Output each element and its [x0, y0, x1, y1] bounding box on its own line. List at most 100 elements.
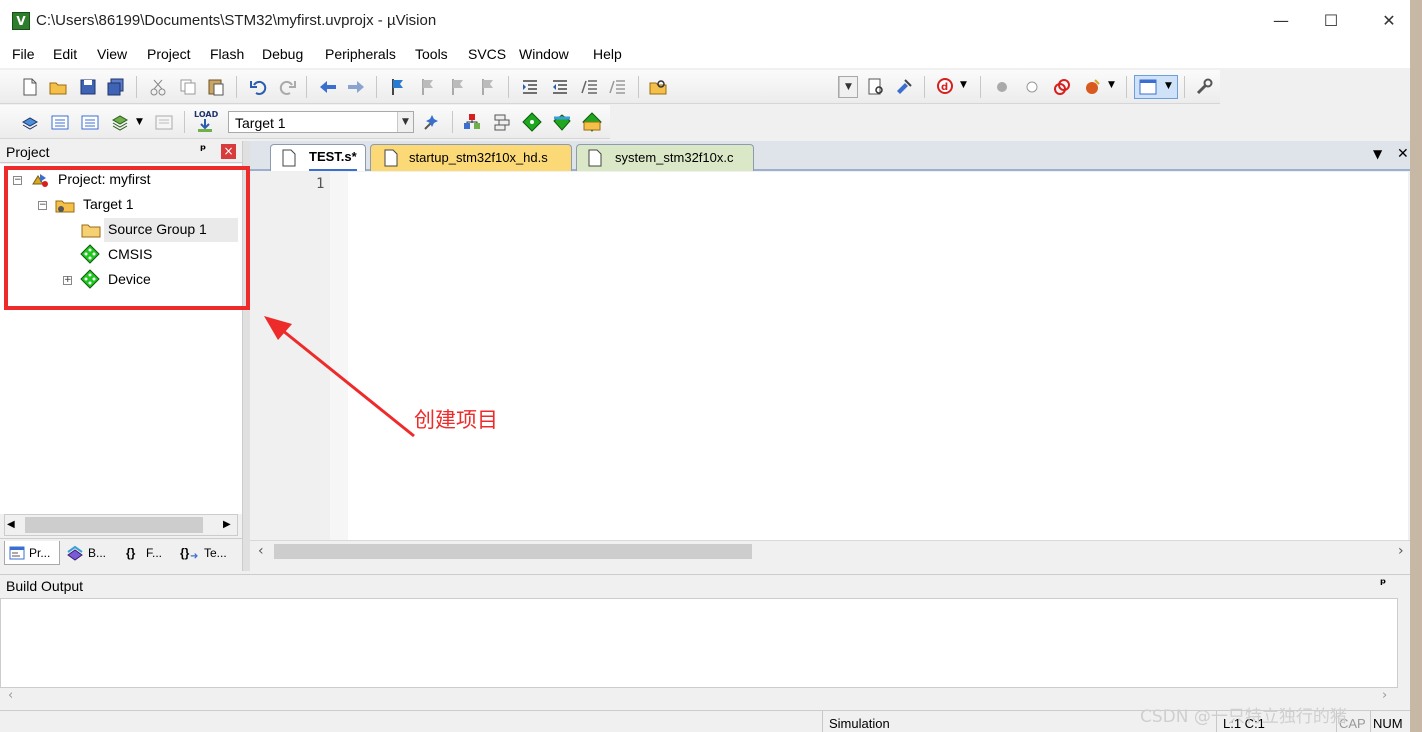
- tab-test-s[interactable]: TEST.s*: [270, 144, 366, 171]
- window-layout-icon: [1139, 79, 1157, 95]
- uncomment-icon[interactable]: [608, 77, 628, 97]
- scroll-right-icon[interactable]: ›: [1382, 688, 1387, 703]
- code-editor[interactable]: [250, 172, 1408, 542]
- tab-books[interactable]: B...: [64, 541, 120, 565]
- software-packs-icon[interactable]: [582, 112, 602, 132]
- build-output-vertical-scrollbar[interactable]: [1398, 598, 1410, 688]
- window-layout-button[interactable]: ▼: [1134, 75, 1178, 99]
- target-select[interactable]: Target 1 ▼: [228, 111, 414, 133]
- chevron-down-icon[interactable]: ▼: [960, 80, 967, 90]
- close-window-button[interactable]: ✕: [1374, 8, 1404, 34]
- menu-file[interactable]: File: [12, 46, 35, 62]
- new-file-icon[interactable]: [20, 77, 40, 97]
- project-horizontal-scrollbar[interactable]: ◀ ▶: [4, 514, 238, 536]
- pack-installer-icon[interactable]: [552, 112, 572, 132]
- menu-tools[interactable]: Tools: [415, 46, 448, 62]
- maximize-button[interactable]: ☐: [1316, 8, 1346, 34]
- toolbar-separator: [924, 76, 925, 98]
- scroll-thumb[interactable]: [25, 517, 203, 533]
- incremental-find-icon[interactable]: [866, 77, 886, 97]
- tab-functions[interactable]: {} F...: [124, 541, 174, 565]
- copy-icon[interactable]: [178, 77, 198, 97]
- toolbar-separator: [980, 76, 981, 98]
- stop-build-icon[interactable]: [154, 112, 174, 132]
- menu-edit[interactable]: Edit: [53, 46, 77, 62]
- menu-help[interactable]: Help: [593, 46, 622, 62]
- tab-startup-file[interactable]: startup_stm32f10x_hd.s: [370, 144, 572, 171]
- tab-project[interactable]: Pr...: [4, 541, 60, 565]
- next-bookmark-icon[interactable]: [448, 77, 468, 97]
- batch-build-icon[interactable]: [110, 112, 130, 132]
- scroll-left-icon[interactable]: ‹: [258, 543, 264, 559]
- tab-list-dropdown-icon[interactable]: ▼: [1373, 147, 1382, 161]
- pin-icon[interactable]: ᵖ: [200, 143, 206, 158]
- navigate-forward-icon[interactable]: [346, 77, 366, 97]
- annotation-highlight-box: [4, 166, 250, 310]
- tab-system-file[interactable]: system_stm32f10x.c: [576, 144, 754, 171]
- insert-breakpoint-icon[interactable]: [992, 77, 1012, 97]
- indent-icon[interactable]: [520, 77, 540, 97]
- chevron-down-icon[interactable]: ▼: [397, 112, 413, 132]
- chevron-down-icon[interactable]: ▼: [136, 117, 143, 127]
- cut-icon[interactable]: [148, 77, 168, 97]
- build-toolbar: ▼ LOAD Target 1 ▼: [0, 105, 610, 139]
- scroll-right-icon[interactable]: ›: [1398, 543, 1404, 559]
- close-panel-icon[interactable]: ×: [221, 144, 236, 159]
- scroll-left-icon[interactable]: ◀: [7, 519, 15, 530]
- select-packs-icon[interactable]: [492, 112, 512, 132]
- find-in-files-icon[interactable]: [648, 77, 668, 97]
- previous-bookmark-icon[interactable]: [418, 77, 438, 97]
- build-icon[interactable]: [50, 112, 70, 132]
- paste-icon[interactable]: [206, 77, 226, 97]
- find-combo[interactable]: ▼: [838, 76, 858, 98]
- navigate-back-icon[interactable]: [318, 77, 338, 97]
- start-debug-icon[interactable]: d: [936, 77, 956, 97]
- tab-system-file-label: system_stm32f10x.c: [615, 150, 734, 165]
- build-output-pane[interactable]: [0, 598, 1398, 688]
- save-icon[interactable]: [78, 77, 98, 97]
- undo-icon[interactable]: [248, 77, 268, 97]
- project-panel-tabs: Pr... B... {} F... {} ➜ Te...: [0, 538, 242, 566]
- tab-books-label: B...: [88, 546, 107, 560]
- menu-svcs[interactable]: SVCS: [468, 46, 506, 62]
- chevron-down-icon[interactable]: ▼: [1108, 80, 1115, 90]
- manage-project-items-icon[interactable]: [462, 112, 482, 132]
- redo-icon[interactable]: [278, 77, 298, 97]
- menu-window[interactable]: Window: [519, 46, 569, 62]
- clear-bookmarks-icon[interactable]: [478, 77, 498, 97]
- menu-view[interactable]: View: [97, 46, 127, 62]
- close-tab-icon[interactable]: ✕: [1397, 146, 1409, 162]
- menu-project[interactable]: Project: [147, 46, 191, 62]
- menu-flash[interactable]: Flash: [210, 46, 244, 62]
- pin-icon[interactable]: ᵖ: [1380, 577, 1386, 592]
- scroll-thumb[interactable]: [274, 544, 752, 559]
- functions-braces-icon: {}: [126, 546, 136, 560]
- unindent-icon[interactable]: [550, 77, 570, 97]
- chevron-down-icon[interactable]: ▼: [839, 77, 857, 97]
- translate-icon[interactable]: [20, 112, 40, 132]
- scroll-right-icon[interactable]: ▶: [223, 519, 231, 530]
- save-all-icon[interactable]: [106, 77, 126, 97]
- editor-horizontal-scrollbar[interactable]: ‹ ›: [250, 540, 1410, 562]
- comment-icon[interactable]: [580, 77, 600, 97]
- minimize-button[interactable]: —: [1266, 8, 1296, 34]
- tab-templates[interactable]: {} ➜ Te...: [178, 541, 238, 565]
- rebuild-icon[interactable]: [80, 112, 100, 132]
- manage-run-time-environment-icon[interactable]: [522, 112, 542, 132]
- menu-peripherals[interactable]: Peripherals: [325, 46, 396, 62]
- configure-wrench-icon[interactable]: [1194, 77, 1214, 97]
- project-panel-header: Project ᵖ ×: [0, 141, 242, 163]
- bookmark-icon[interactable]: [388, 77, 408, 97]
- debug-session-icon[interactable]: [894, 77, 914, 97]
- open-folder-icon[interactable]: [48, 77, 68, 97]
- kill-breakpoints-icon[interactable]: [1082, 77, 1102, 97]
- enable-breakpoint-icon[interactable]: [1022, 77, 1042, 97]
- target-options-icon[interactable]: [422, 112, 442, 132]
- download-load-button[interactable]: LOAD: [192, 110, 218, 134]
- menu-debug[interactable]: Debug: [262, 46, 303, 62]
- toolbar-separator: [1184, 76, 1185, 98]
- disable-breakpoints-icon[interactable]: [1052, 77, 1072, 97]
- tab-test-s-label: TEST.s*: [309, 145, 357, 171]
- scroll-left-icon[interactable]: ‹: [8, 688, 13, 703]
- line-number: 1: [316, 176, 325, 192]
